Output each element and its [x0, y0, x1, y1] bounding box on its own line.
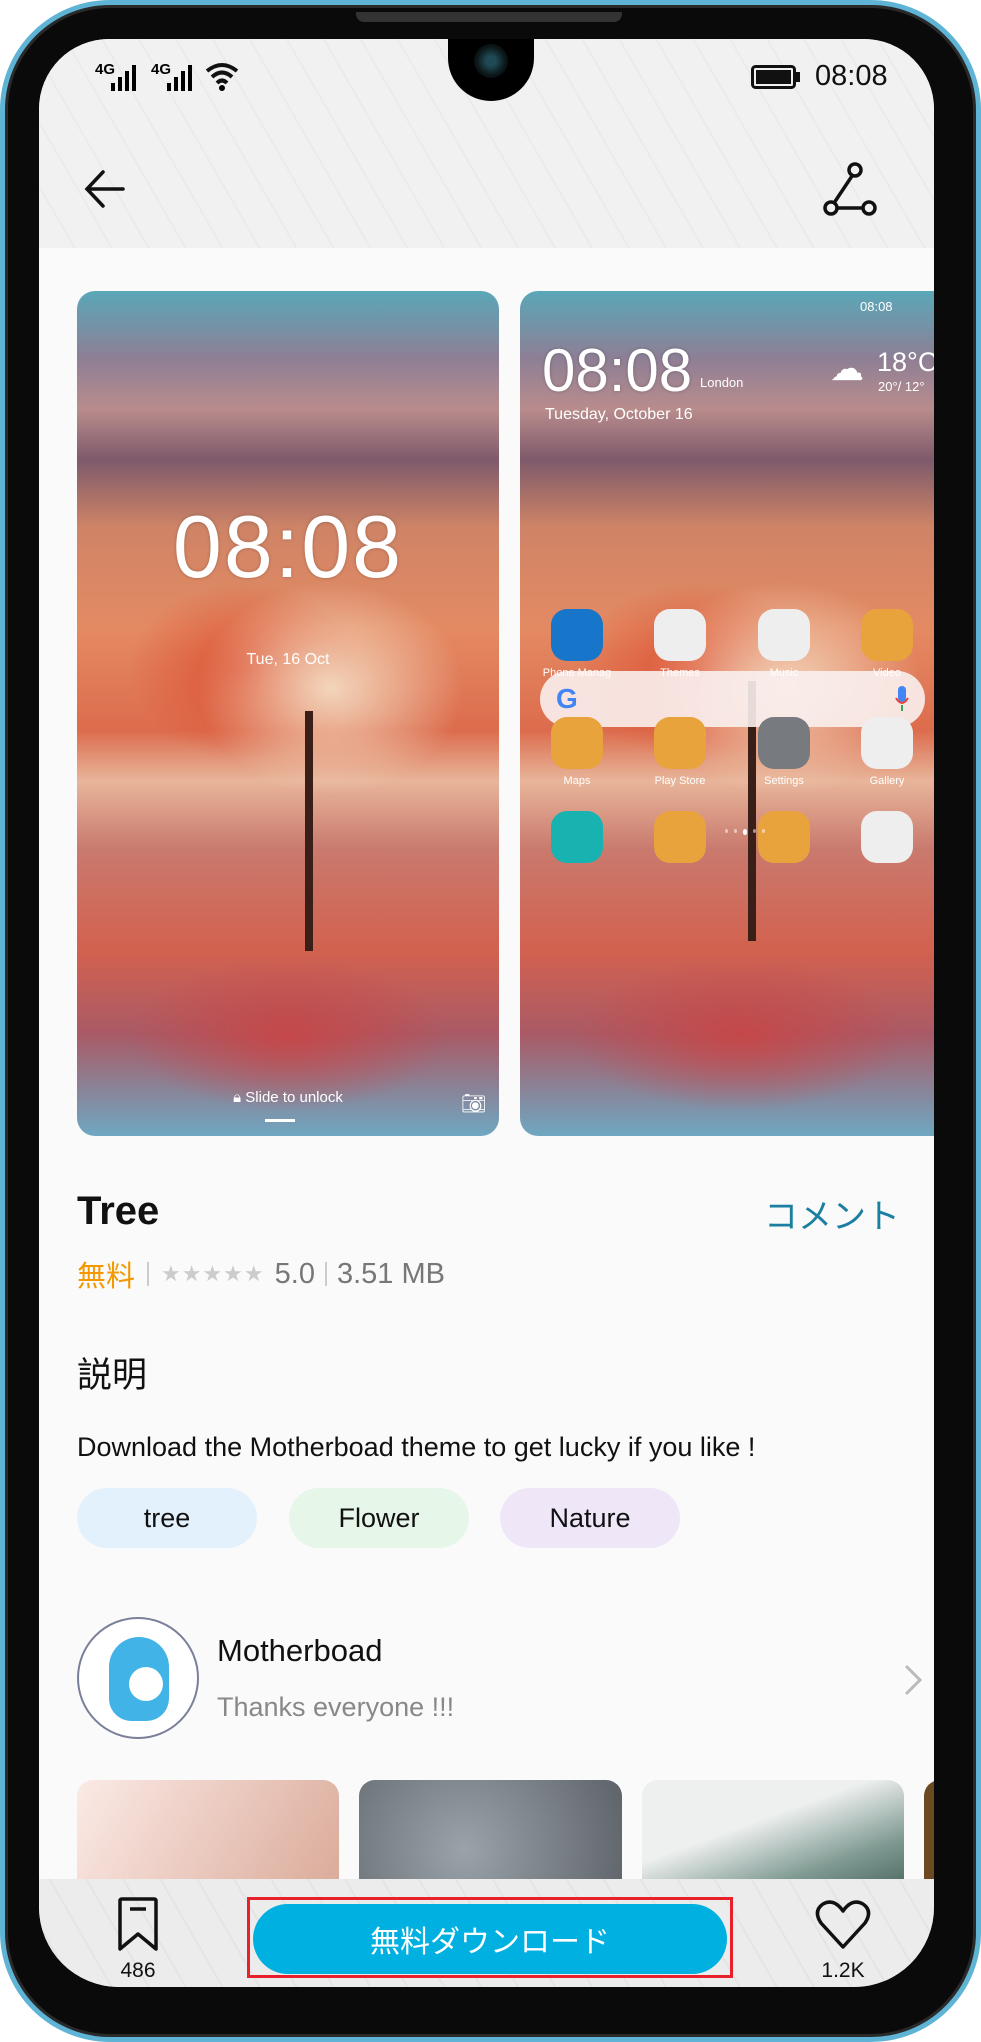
price: 無料 — [77, 1261, 136, 1293]
app-icon — [758, 811, 810, 863]
front-camera — [474, 44, 508, 78]
logo-detail — [129, 1667, 163, 1701]
home-clock: 08:08 — [542, 337, 693, 404]
app-icon — [654, 717, 706, 769]
app-label: Gallery — [869, 775, 905, 787]
bookmark-count: 486 — [120, 1959, 156, 1982]
app-icon — [551, 609, 603, 661]
lock-date: Tue, 16 Oct — [246, 651, 330, 668]
lockscreen-preview[interactable]: 08:08 Tue, 16 Oct 🔒︎ Slide to unlock 📷︎ — [77, 291, 499, 1136]
lock-icon: 🔒︎ — [233, 1089, 246, 1106]
screen: 4G 4G 08:08 08:08 Tue, 16 Oct 🔒︎ Slide t… — [39, 39, 934, 1987]
tree-trunk — [305, 711, 313, 951]
app-icon — [861, 609, 913, 661]
like-button[interactable] — [815, 1899, 871, 1951]
google-icon: G — [556, 683, 578, 714]
app-icon — [551, 811, 603, 863]
author-avatar — [77, 1617, 199, 1739]
battery-icon — [751, 65, 800, 89]
temperature: 18°C — [877, 347, 934, 377]
rating-stars: ★★★★★ — [161, 1261, 265, 1286]
page-indicator — [725, 829, 765, 837]
author-row[interactable]: Motherboad Thanks everyone !!! — [77, 1617, 934, 1741]
author-subtitle: Thanks everyone !!! — [217, 1692, 455, 1722]
theme-title: Tree — [77, 1189, 160, 1233]
slide-to-unlock: 🔒︎ Slide to unlock — [77, 1089, 499, 1106]
app-icon — [861, 811, 913, 863]
signal-icon — [167, 65, 192, 91]
app-icon — [861, 717, 913, 769]
wifi-icon — [205, 63, 239, 91]
preview-status-time: 08:08 — [860, 299, 893, 314]
app-icon — [758, 717, 810, 769]
tag-tree[interactable]: tree — [77, 1488, 257, 1548]
tag-nature[interactable]: Nature — [500, 1488, 680, 1548]
free-download-button[interactable]: 無料ダウンロード — [253, 1904, 727, 1974]
description-text: Download the Motherboad theme to get luc… — [77, 1432, 756, 1462]
homescreen-preview[interactable]: 08:08 08:08 London Tuesday, October 16 ☁… — [520, 291, 934, 1136]
home-indicator — [265, 1119, 295, 1122]
chevron-right-icon — [904, 1664, 923, 1696]
back-button[interactable] — [81, 164, 131, 214]
unlock-text: Slide to unlock — [245, 1089, 343, 1106]
bookmark-button[interactable] — [117, 1897, 159, 1953]
status-time: 08:08 — [815, 60, 888, 92]
tag-flower[interactable]: Flower — [289, 1488, 469, 1548]
temp-range: 20°/ 12° — [878, 379, 925, 394]
app-label: Maps — [563, 775, 591, 787]
author-name: Motherboad — [217, 1633, 383, 1668]
app-label: Themes — [660, 667, 700, 679]
app-icon — [654, 609, 706, 661]
app-label: Settings — [764, 775, 804, 787]
file-size: 3.51 MB — [336, 1257, 445, 1290]
home-city: London — [700, 375, 744, 390]
comment-link[interactable]: コメント — [764, 1189, 900, 1238]
bottom-bar: 486 無料ダウンロード 1.2K — [39, 1879, 934, 1987]
app-icon — [758, 609, 810, 661]
google-search-bar[interactable]: G — [540, 671, 925, 727]
mic-icon — [895, 686, 909, 711]
like-count: 1.2K — [821, 1959, 865, 1982]
divider — [147, 1262, 150, 1286]
app-label: Music — [769, 667, 799, 679]
app-icon — [654, 811, 706, 863]
share-button[interactable] — [823, 162, 877, 218]
app-label: Play Store — [654, 775, 706, 787]
rating-value: 5.0 — [274, 1257, 315, 1290]
divider — [324, 1262, 327, 1286]
camera-icon: 📷︎ — [461, 1093, 487, 1115]
home-date: Tuesday, October 16 — [545, 406, 693, 423]
lock-clock: 08:08 — [172, 497, 404, 596]
app-icon — [551, 717, 603, 769]
app-label: Video — [873, 667, 901, 679]
app-label: Phone Manag — [542, 667, 612, 679]
earpiece — [356, 12, 622, 22]
theme-meta: 無料 ★★★★★ 5.0 3.51 MB — [77, 1253, 445, 1295]
signal-icon — [111, 65, 136, 91]
weather-icon: ☁ — [830, 350, 864, 388]
description-heading: 説明 — [77, 1356, 148, 1395]
